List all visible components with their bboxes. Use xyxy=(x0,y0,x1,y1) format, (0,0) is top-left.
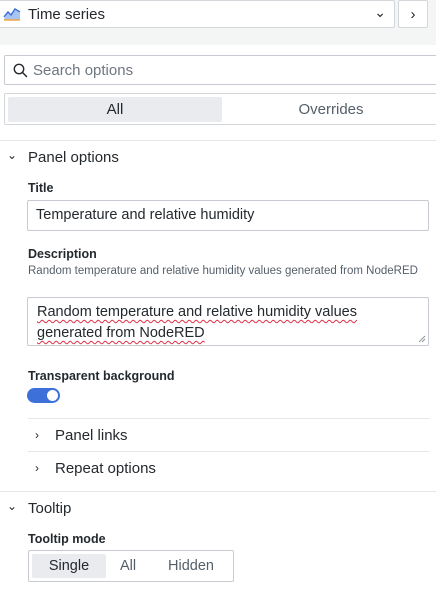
chevron-right-icon: › xyxy=(35,461,39,475)
section-divider xyxy=(28,418,430,419)
tooltip-mode-radio-group: Single All Hidden xyxy=(28,550,234,582)
collapse-options-button[interactable]: › xyxy=(398,0,428,28)
chevron-down-icon[interactable]: ⌄ xyxy=(7,499,17,513)
chevron-down-icon[interactable]: ⌄ xyxy=(374,4,386,21)
description-text: Random temperature and relative humidity… xyxy=(37,304,357,341)
title-input[interactable]: Temperature and relative humidity xyxy=(27,200,429,231)
options-tabs: All Overrides xyxy=(4,93,436,125)
panel-options-header[interactable]: Panel options xyxy=(28,149,119,166)
description-textarea[interactable]: Random temperature and relative humidity… xyxy=(27,297,429,346)
resize-grip-icon[interactable] xyxy=(418,335,426,343)
section-divider xyxy=(28,451,430,452)
chevron-right-icon: › xyxy=(410,5,416,23)
title-field-label: Title xyxy=(28,181,54,195)
search-options-input[interactable]: Search options xyxy=(4,55,436,85)
visualization-picker[interactable]: Time series ⌄ xyxy=(0,0,395,28)
search-icon xyxy=(13,63,28,78)
repeat-options-row[interactable]: › Repeat options xyxy=(27,453,429,485)
tooltip-header[interactable]: Tooltip xyxy=(28,500,71,517)
search-placeholder: Search options xyxy=(33,62,134,79)
visualization-label: Time series xyxy=(28,6,105,23)
panel-links-label: Panel links xyxy=(55,427,128,444)
chevron-right-icon: › xyxy=(35,428,39,442)
time-series-chart-icon xyxy=(3,7,21,21)
section-divider xyxy=(0,140,436,141)
tooltip-mode-label: Tooltip mode xyxy=(28,532,106,546)
repeat-options-label: Repeat options xyxy=(55,460,156,477)
tab-overrides[interactable]: Overrides xyxy=(231,97,431,122)
transparent-background-toggle[interactable] xyxy=(27,388,60,403)
tooltip-mode-single[interactable]: Single xyxy=(32,554,106,578)
tab-all[interactable]: All xyxy=(8,97,222,122)
panel-editor-options-pane: Time series ⌄ › Search options All Overr… xyxy=(0,0,436,599)
visualization-header: Time series ⌄ › xyxy=(0,0,436,45)
panel-links-row[interactable]: › Panel links xyxy=(27,420,429,452)
toggle-knob xyxy=(47,390,58,401)
description-help-text: Random temperature and relative humidity… xyxy=(28,265,418,277)
description-field-label: Description xyxy=(28,247,97,261)
section-divider xyxy=(0,491,436,492)
tooltip-mode-all[interactable]: All xyxy=(111,554,145,578)
tooltip-mode-hidden[interactable]: Hidden xyxy=(157,554,225,578)
chevron-down-icon[interactable]: ⌄ xyxy=(7,148,17,162)
transparent-background-label: Transparent background xyxy=(28,369,175,383)
